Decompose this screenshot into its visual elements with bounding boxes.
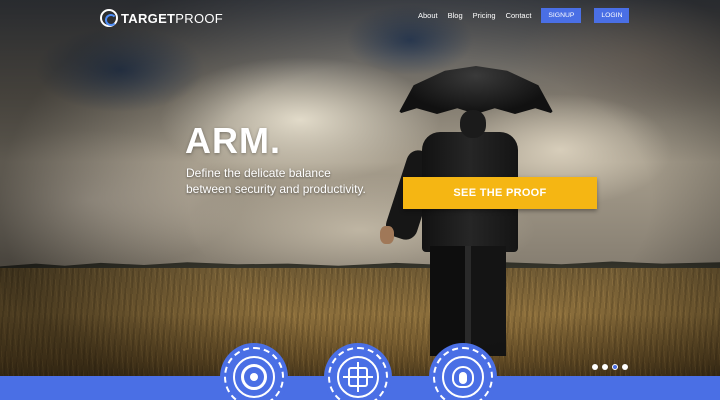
target-icon [241,364,267,390]
nav-link-blog[interactable]: Blog [448,11,463,20]
slider-dot-3[interactable] [612,364,618,370]
nav-link-contact[interactable]: Contact [506,11,532,20]
logo[interactable]: TARGETPROOF [100,9,223,27]
slider-dot-4[interactable] [622,364,628,370]
slider-dot-2[interactable] [602,364,608,370]
nav-link-about[interactable]: About [418,11,438,20]
hero-title: ARM. [185,120,281,161]
main-nav: About Blog Pricing Contact SIGNUP LOGIN [418,8,630,23]
nav-link-pricing[interactable]: Pricing [473,11,496,20]
slider-dot-1[interactable] [592,364,598,370]
see-the-proof-button[interactable]: SEE THE PROOF [403,177,597,209]
signup-button[interactable]: SIGNUP [541,8,582,23]
logo-icon [100,9,118,27]
hero-subtitle: Define the delicate balance between secu… [186,166,366,196]
logo-text: TARGETPROOF [121,10,224,26]
crosshair-icon [337,356,379,398]
touch-icon [452,366,474,388]
hero-background [0,0,720,400]
login-button[interactable]: LOGIN [594,8,630,23]
site-header: TARGETPROOF About Blog Pricing Contact S… [0,0,720,34]
slider-dots [592,364,628,370]
